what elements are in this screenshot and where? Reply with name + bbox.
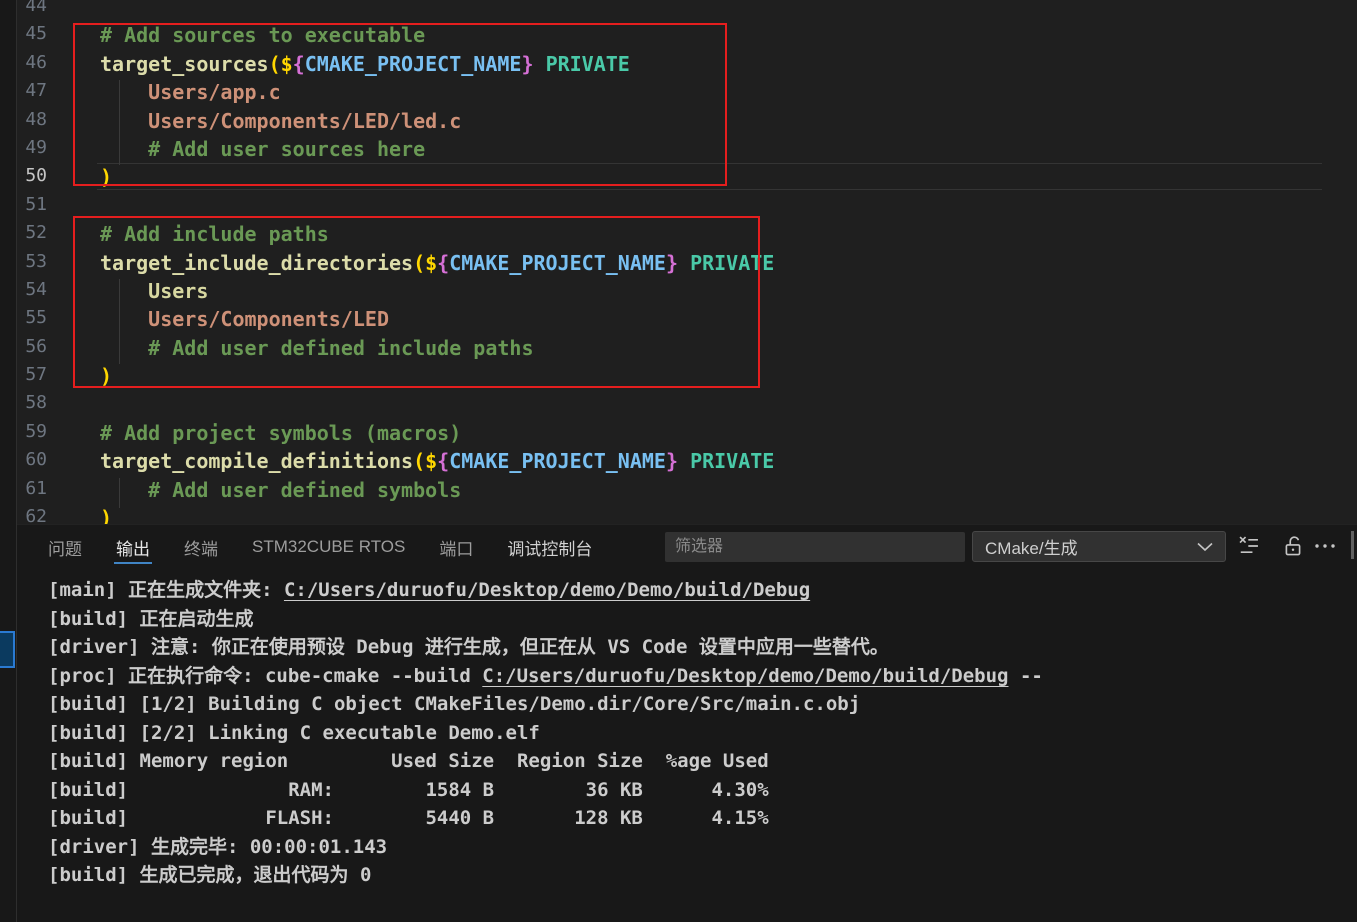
panel-tab[interactable]: STM32CUBE RTOS — [252, 525, 405, 569]
output-line: [proc] 正在执行命令: cube-cmake --build C:/Use… — [48, 662, 1357, 691]
blue-selection-fragment — [0, 631, 15, 668]
panel-tab[interactable]: 问题 — [48, 525, 82, 569]
code-text: # Add user defined symbols — [47, 478, 461, 506]
clear-output-icon[interactable] — [1236, 533, 1262, 559]
output-line: [build] RAM: 1584 B 36 KB 4.30% — [48, 776, 1357, 805]
output-text: [build] RAM: 1584 B 36 KB 4.30% — [48, 779, 769, 801]
panel-scrollbar[interactable] — [1351, 531, 1354, 559]
output-text: [build] 生成已完成，退出代码为 0 — [48, 864, 371, 886]
output-line: [main] 正在生成文件夹: C:/Users/duruofu/Desktop… — [48, 576, 1357, 605]
output-text: [driver] 生成完毕: 00:00:01.143 — [48, 836, 387, 858]
output-line: [build] Memory region Used Size Region S… — [48, 747, 1357, 776]
activity-bar-edge — [0, 0, 17, 922]
output-line: [build] [2/2] Linking C executable Demo.… — [48, 719, 1357, 748]
file-path-link[interactable]: C:/Users/duruofu/Desktop/demo/Demo/build… — [284, 579, 810, 601]
panel-header: 问题输出终端 STM32CUBE RTOS 端口调试控制台 CMake/生成 — [0, 525, 1357, 569]
output-line: [build] [1/2] Building C object CMakeFil… — [48, 690, 1357, 719]
output-text: [build] FLASH: 5440 B 128 KB 4.15% — [48, 807, 769, 829]
output-text: [build] 正在启动生成 — [48, 608, 254, 630]
output-text: [build] [2/2] Linking C executable Demo.… — [48, 722, 540, 744]
code-text — [47, 0, 100, 23]
output-text: [driver] 注意: 你正在使用预设 Debug 进行生成，但正在从 VS … — [48, 636, 889, 658]
code-line[interactable]: 59# Add project symbols (macros) — [0, 421, 1357, 449]
channel-select-value: CMake/生成 — [985, 534, 1078, 559]
panel-tab[interactable]: 调试控制台 — [507, 525, 592, 569]
output-panel: 问题输出终端 STM32CUBE RTOS 端口调试控制台 CMake/生成 — [0, 524, 1357, 922]
file-path-link[interactable]: C:/Users/duruofu/Desktop/demo/Demo/build… — [482, 665, 1008, 687]
code-line[interactable]: 58 — [0, 392, 1357, 420]
output-line: [build] FLASH: 5440 B 128 KB 4.15% — [48, 804, 1357, 833]
panel-tab[interactable]: 终端 — [184, 525, 218, 569]
indent-guide — [119, 478, 120, 508]
code-line[interactable]: 62) — [0, 506, 1357, 524]
output-line: [build] 正在启动生成 — [48, 605, 1357, 634]
output-line: [build] 生成已完成，退出代码为 0 — [48, 861, 1357, 890]
unlock-icon[interactable] — [1280, 533, 1306, 559]
more-actions-icon[interactable] — [1312, 533, 1338, 559]
output-line: [driver] 生成完毕: 00:00:01.143 — [48, 833, 1357, 862]
panel-tab[interactable]: 输出 — [116, 525, 150, 569]
output-text: [build] Memory region Used Size Region S… — [48, 750, 769, 772]
code-line[interactable]: 60target_compile_definitions(${CMAKE_PRO… — [0, 449, 1357, 477]
panel-tab[interactable]: 端口 — [439, 525, 473, 569]
filter-input[interactable] — [665, 532, 965, 562]
code-editor[interactable]: 4445# Add sources to executable46target_… — [0, 0, 1357, 524]
output-text: [main] 正在生成文件夹: — [48, 579, 284, 601]
code-text: ) — [47, 506, 112, 524]
annotation-box-sources — [73, 23, 727, 186]
code-text — [47, 392, 100, 420]
output-log: [main] 正在生成文件夹: C:/Users/duruofu/Desktop… — [0, 569, 1357, 922]
output-channel-select[interactable]: CMake/生成 — [972, 531, 1226, 562]
code-text: target_compile_definitions(${CMAKE_PROJE… — [47, 449, 774, 477]
code-line[interactable]: 61 # Add user defined symbols — [0, 478, 1357, 506]
code-text: # Add project symbols (macros) — [47, 421, 461, 449]
code-line[interactable]: 44 — [0, 0, 1357, 23]
annotation-box-includes — [73, 216, 760, 388]
vscode-window: 4445# Add sources to executable46target_… — [0, 0, 1357, 922]
output-text: [build] [1/2] Building C object CMakeFil… — [48, 693, 860, 715]
output-text: -- — [1009, 665, 1043, 687]
output-text: [proc] 正在执行命令: cube-cmake --build — [48, 665, 482, 687]
output-filter — [665, 532, 965, 562]
panel-tabs: 问题输出终端 STM32CUBE RTOS 端口调试控制台 — [48, 525, 592, 569]
chevron-down-icon — [1197, 542, 1213, 552]
output-line: [driver] 注意: 你正在使用预设 Debug 进行生成，但正在从 VS … — [48, 633, 1357, 662]
